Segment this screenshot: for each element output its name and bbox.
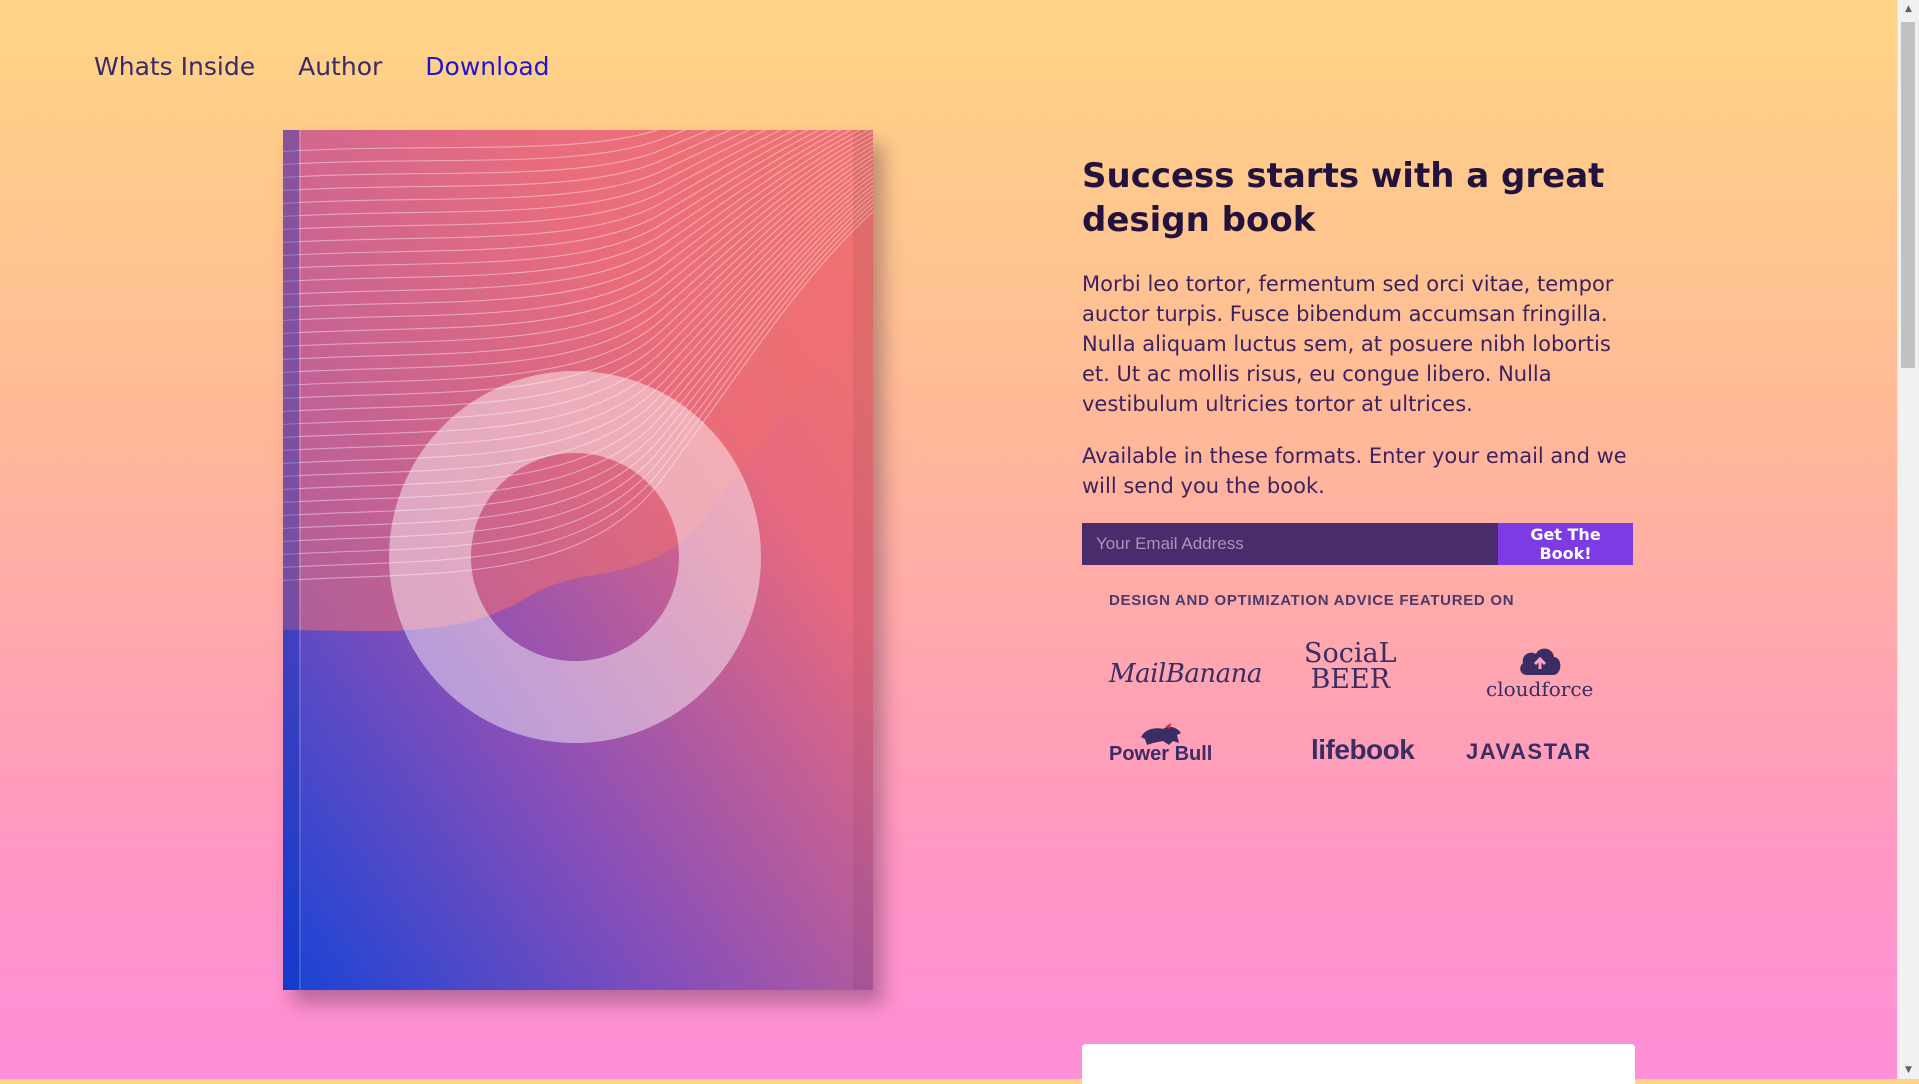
get-book-button[interactable]: Get The Book! xyxy=(1498,523,1633,565)
signup-form: Get The Book! xyxy=(1082,523,1633,565)
formats-text: Available in these formats. Enter your e… xyxy=(1082,444,1627,498)
featured-heading: DESIGN AND OPTIMIZATION ADVICE FEATURED … xyxy=(1109,592,1515,609)
next-section-panel xyxy=(1082,1044,1635,1084)
top-nav: Whats Inside Author Download xyxy=(94,52,550,81)
socialbeer-logo: SociaL BEER xyxy=(1304,640,1397,695)
book-cover-art xyxy=(283,130,873,990)
javastar-logo: JAVASTAR xyxy=(1466,739,1592,764)
mailbanana-logo: MailBanana xyxy=(1109,659,1262,689)
email-input[interactable] xyxy=(1082,523,1498,565)
hero-description: Morbi leo tortor, fermentum sed orci vit… xyxy=(1082,272,1614,416)
scrollbar-thumb[interactable] xyxy=(1901,22,1915,368)
cloudforce-logo-text: cloudforce xyxy=(1486,677,1594,701)
scroll-down-icon[interactable]: ▼ xyxy=(1898,1061,1919,1079)
scroll-up-icon[interactable]: ▲ xyxy=(1898,0,1919,18)
lifebook-logo: lifebook xyxy=(1311,734,1415,765)
nav-link-download[interactable]: Download xyxy=(425,52,549,81)
powerbull-logo: Power Bull xyxy=(1109,723,1212,766)
powerbull-logo-text: Power Bull xyxy=(1109,743,1213,765)
book-cover xyxy=(283,130,873,990)
cloudforce-logo: cloudforce xyxy=(1486,645,1593,701)
socialbeer-logo-line2: BEER xyxy=(1310,664,1391,695)
page-title: Success starts with a great design book xyxy=(1082,156,1605,240)
hero-content: Success starts with a great design book … xyxy=(1082,154,1642,787)
cloud-icon xyxy=(1519,648,1561,675)
nav-link-whats-inside[interactable]: Whats Inside xyxy=(94,52,255,81)
vertical-scrollbar[interactable]: ▲ ▼ xyxy=(1897,0,1919,1079)
featured-logos: MailBanana SociaL BEER cloudforce Power … xyxy=(1082,627,1642,787)
nav-link-author[interactable]: Author xyxy=(298,52,382,81)
landing-page: Whats Inside Author Download Success sta… xyxy=(0,0,1898,1084)
